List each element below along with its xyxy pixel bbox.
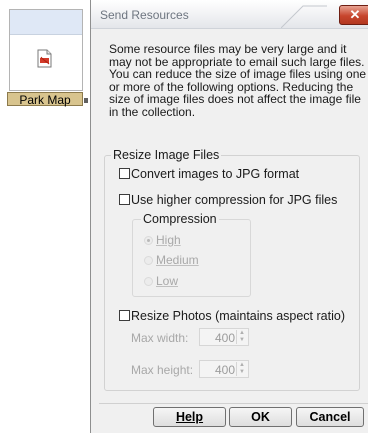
resource-list-panel: Park Map [0,0,91,433]
help-button-label: Help [175,410,204,424]
cancel-button[interactable]: Cancel [296,407,364,427]
higher-compression-label: Use higher compression for JPG files [131,193,338,207]
radio-button[interactable] [144,277,153,286]
compression-legend: Compression [141,212,219,226]
help-button[interactable]: Help [153,407,226,427]
resource-thumbnail[interactable] [9,9,83,91]
spin-up-icon[interactable]: ▲ [237,330,247,337]
checkbox-box[interactable] [119,168,130,179]
close-button[interactable]: ✕ [339,5,368,25]
pdf-document-icon [37,49,52,68]
max-height-value: 400 [214,363,235,377]
max-width-value: 400 [214,331,235,345]
resize-handle[interactable] [84,98,88,103]
resize-group-legend: Resize Image Files [111,148,222,162]
thumbnail-label[interactable]: Park Map [7,92,83,107]
radio-high-label: High [156,233,181,247]
intro-text: Some resource files may be very large an… [109,42,367,119]
spin-up-icon[interactable]: ▲ [237,362,247,369]
spin-down-icon[interactable]: ▼ [237,369,247,376]
dialog-title: Send Resources [100,8,189,22]
titlebar-decoration [281,5,327,28]
checkbox-box[interactable] [119,194,130,205]
radio-button[interactable] [144,236,153,245]
checkbox-box[interactable] [119,310,130,321]
button-separator [99,403,368,404]
radio-button[interactable] [144,256,153,265]
max-width-spinner[interactable]: 400 ▲ ▼ [199,328,249,346]
max-height-spinner[interactable]: 400 ▲ ▼ [199,360,249,378]
radio-low-label: Low [156,274,179,288]
spinner-arrows[interactable]: ▲ ▼ [236,362,247,376]
max-width-label: Max width: [131,331,189,345]
dialog-titlebar[interactable]: Send Resources ✕ [91,0,368,29]
radio-medium-label: Medium [156,253,199,267]
thumbnail-header-strip [10,10,82,35]
ok-button[interactable]: OK [229,407,292,427]
spin-down-icon[interactable]: ▼ [237,337,247,344]
spinner-arrows[interactable]: ▲ ▼ [236,330,247,344]
resize-photos-label: Resize Photos (maintains aspect ratio) [131,309,345,323]
send-resources-dialog: Send Resources ✕ Some resource files may… [90,0,368,433]
convert-jpg-label: Convert images to JPG format [131,167,300,181]
close-icon: ✕ [349,7,361,22]
max-height-label: Max height: [131,363,194,377]
